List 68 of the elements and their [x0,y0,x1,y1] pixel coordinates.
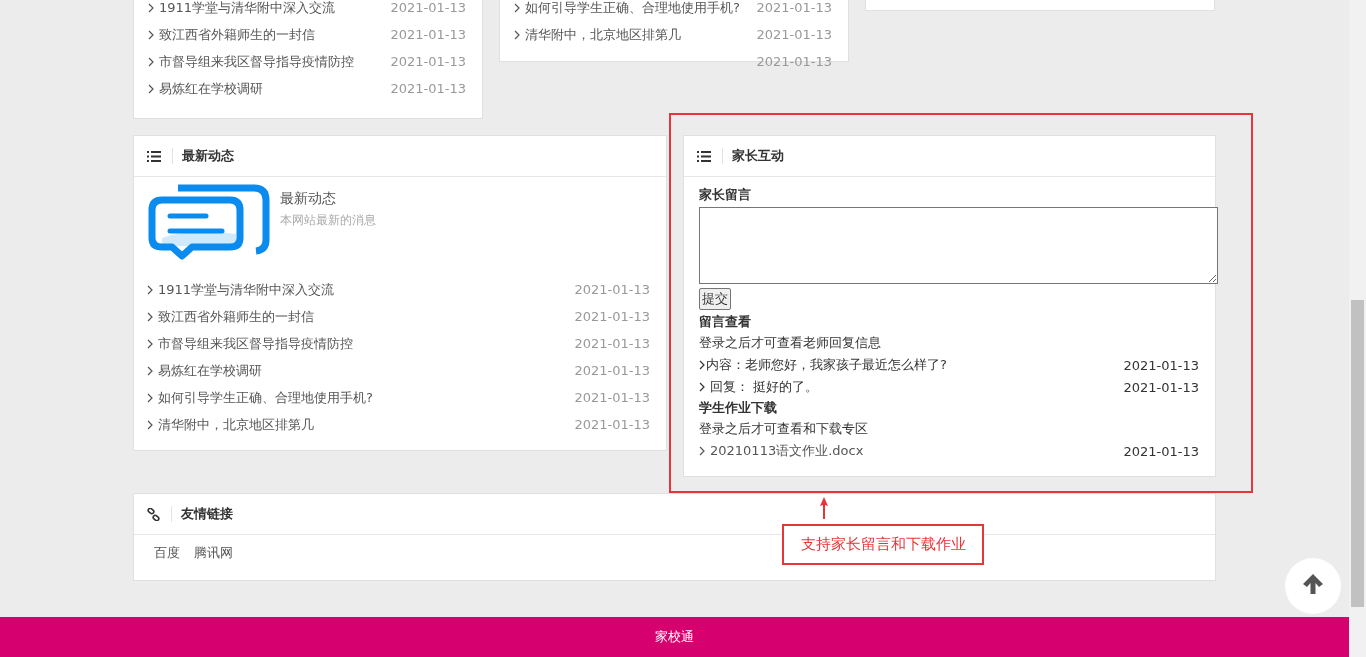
news-date: 2021-01-13 [390,27,466,42]
chevron-icon [699,446,705,456]
chevron-icon [699,382,705,392]
news-date: 2021-01-13 [574,282,650,297]
message-text: 内容：老师您好，我家孩子最近怎么样了? [706,356,948,374]
card-title: 最新动态 [182,147,234,165]
intro-subtitle: 本网站最新的消息 [280,212,376,229]
list-icon [697,150,711,162]
news-link[interactable]: 如何引导学生正确、合理地使用手机? [525,0,747,17]
card-title: 友情链接 [181,505,233,523]
news-date: 2021-01-13 [756,0,832,15]
news-date: 2021-01-13 [390,54,466,69]
chevron-icon [147,284,153,295]
arrow-up-icon [1302,574,1324,594]
chevron-icon [699,360,705,370]
chevron-icon [147,311,153,322]
file-date: 2021-01-13 [1123,443,1199,459]
news-link[interactable]: 致江西省外籍师生的一封信 [158,307,565,326]
chevron-icon [147,338,153,349]
card-title: 家长互动 [732,147,784,165]
news-link[interactable]: 致江西省外籍师生的一封信 [159,25,381,44]
annotation-callout: 支持家长留言和下载作业 [782,524,984,565]
news-date: 2021-01-13 [756,27,832,42]
message-date: 2021-01-13 [1123,379,1199,395]
message-date: 2021-01-13 [1123,357,1199,373]
chevron-icon [514,2,520,13]
section-heading: 家长留言 [699,186,752,204]
news-date: 2021-01-13 [756,54,832,69]
login-note: 登录之后才可查看和下载专区 [699,420,869,438]
chevron-icon [148,56,154,67]
friend-link[interactable]: 百度 [154,544,180,562]
chevron-icon [514,29,520,40]
link-icon [147,507,160,521]
news-date: 2021-01-13 [574,336,650,351]
section-heading: 留言查看 [699,313,752,331]
news-link[interactable]: 1911学堂与清华附中深入交流 [158,280,565,299]
file-link[interactable]: 20210113语文作业.docx [710,442,1124,460]
message-text: 回复： 挺好的了。 [710,378,820,396]
login-note: 登录之后才可查看老师回复信息 [699,334,882,352]
news-link[interactable]: 易炼红在学校调研 [158,361,565,380]
news-link[interactable]: 易炼红在学校调研 [159,79,381,98]
message-field[interactable] [699,207,1218,284]
friend-link[interactable]: 腾讯网 [194,544,233,562]
news-date: 2021-01-13 [390,81,466,96]
chevron-icon [148,29,154,40]
chevron-icon [147,392,153,403]
section-heading: 学生作业下载 [699,399,778,417]
news-date: 2021-01-13 [574,390,650,405]
footer-text: 家校通 [655,628,694,646]
news-date: 2021-01-13 [390,0,466,15]
list-icon [147,150,161,162]
chevron-icon [148,83,154,94]
intro-title: 最新动态 [280,190,337,208]
news-link[interactable]: 市督导组来我区督导指导疫情防控 [159,52,381,71]
news-date: 2021-01-13 [574,417,650,432]
chevron-icon [147,365,153,376]
submit-button[interactable]: 提交 [699,288,731,310]
news-link[interactable]: 如何引导学生正确、合理地使用手机? [158,388,565,407]
news-link[interactable]: 市督导组来我区督导指导疫情防控 [158,334,565,353]
chevron-icon [148,2,154,13]
annotation-arrow [820,497,828,519]
chevron-icon [147,419,153,430]
news-date: 2021-01-13 [574,363,650,378]
news-link[interactable]: 1911学堂与清华附中深入交流 [159,0,381,17]
news-link[interactable]: 清华附中，北京地区排第几 [158,415,565,434]
news-date: 2021-01-13 [574,309,650,324]
back-to-top-button[interactable] [1285,558,1341,614]
news-link[interactable]: 清华附中，北京地区排第几 [525,25,747,44]
